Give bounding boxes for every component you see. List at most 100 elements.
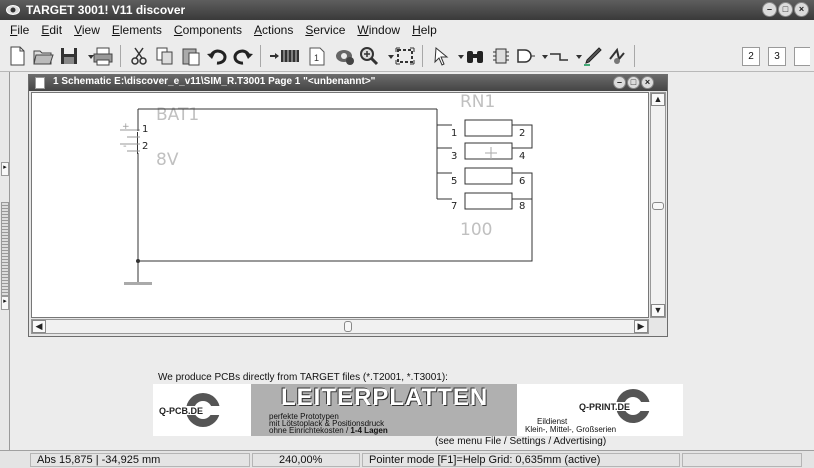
vertical-scroll-thumb[interactable] [652, 202, 664, 210]
resistor-element-1 [464, 119, 513, 137]
zoom-dropdown-icon[interactable] [380, 45, 394, 67]
menu-service[interactable]: Service [299, 23, 351, 37]
scroll-up-icon[interactable]: ▲ [651, 93, 665, 106]
wire-dropdown-icon[interactable] [568, 45, 582, 67]
print-icon[interactable] [92, 45, 114, 67]
menu-actions[interactable]: Actions [248, 23, 299, 37]
ad-right-line-2: Klein-, Mittel-, Großserien [525, 425, 617, 434]
doc-minimize-icon[interactable]: – [613, 76, 626, 89]
menu-file-label: ile [17, 22, 30, 37]
menu-service-label: ervice [313, 22, 346, 37]
left-dock-strip: ▸ ▸ [0, 72, 10, 450]
doc-window-controls: – □ × [613, 76, 654, 89]
status-mode: Pointer mode [F1]=Help Grid: 0,635mm (ac… [362, 453, 680, 467]
page-3-button[interactable]: 3 [768, 47, 786, 66]
menu-file[interactable]: File [4, 23, 35, 37]
rn-pin-label: 3 [451, 151, 457, 162]
wire-icon[interactable] [548, 45, 570, 67]
window-title: TARGET 3001! V11 discover [26, 3, 186, 17]
dock-grip[interactable] [1, 202, 9, 300]
resistor-element-2 [464, 142, 513, 160]
junction-dot [136, 259, 140, 263]
menu-edit[interactable]: Edit [35, 23, 68, 37]
view-eye-icon[interactable] [334, 45, 356, 67]
battery-value-label: 8V [156, 150, 179, 170]
schematic-drawing[interactable]: + - 1 2 BAT1 8V RN1 1 2 3 4 5 6 7 8 100 [32, 93, 649, 318]
svg-text:1: 1 [314, 53, 319, 63]
menu-components-key: C [173, 22, 183, 37]
battery-name-label: BAT1 [156, 105, 199, 125]
redo-icon[interactable] [232, 45, 254, 67]
gate-symbol-icon[interactable] [514, 45, 536, 67]
horizontal-scrollbar[interactable]: ◀ ▶ [31, 319, 649, 334]
schematic-window-titlebar[interactable]: 1 Schematic E:\discover_e_v11\SIM_R.T300… [29, 75, 667, 91]
document-icon [35, 77, 45, 89]
rn-value-label: 100 [460, 220, 492, 240]
vertical-scrollbar[interactable]: ▲ ▼ [650, 92, 666, 318]
signal-icon[interactable] [606, 45, 628, 67]
toolbar-separator [120, 45, 121, 67]
ad-line-3-bold: 1-4 Lagen [350, 426, 388, 435]
ground-symbol [124, 282, 152, 285]
scroll-down-icon[interactable]: ▼ [651, 304, 665, 317]
ad-banner[interactable]: Q-PCB.DE LEITERPLATTEN perfekte Prototyp… [153, 384, 683, 436]
undo-icon[interactable] [206, 45, 228, 67]
save-dropdown-icon[interactable] [80, 45, 94, 67]
resistor-network-rn1[interactable]: RN1 1 2 3 4 5 6 7 8 100 [451, 93, 525, 240]
horizontal-scroll-thumb[interactable] [344, 321, 352, 332]
dock-arrow-icon[interactable]: ▸ [1, 296, 9, 310]
pointer-dropdown-icon[interactable] [450, 45, 464, 67]
menu-actions-key: A [253, 22, 262, 37]
paste-icon[interactable] [180, 45, 202, 67]
rn-pin-label: 2 [519, 128, 525, 139]
doc-close-icon[interactable]: × [641, 76, 654, 89]
close-icon[interactable]: × [794, 2, 809, 17]
pointer-icon[interactable] [430, 45, 452, 67]
toolbar-separator [422, 45, 423, 67]
menu-window[interactable]: Window [351, 23, 406, 37]
menu-elements[interactable]: Elements [106, 23, 168, 37]
rn-pin-label: 4 [519, 151, 525, 162]
component-library-icon[interactable] [268, 45, 302, 67]
scroll-left-icon[interactable]: ◀ [32, 320, 46, 333]
binoculars-icon[interactable] [464, 45, 486, 67]
new-file-icon[interactable] [6, 45, 28, 67]
ad-center-panel: LEITERPLATTEN perfekte Prototypen mit Lö… [251, 384, 517, 436]
menu-help[interactable]: Help [406, 23, 443, 37]
copy-icon[interactable] [154, 45, 176, 67]
wire-rn-taps [437, 124, 452, 200]
save-icon[interactable] [58, 45, 80, 67]
draw-pen-icon[interactable] [582, 45, 604, 67]
maximize-icon[interactable]: □ [778, 2, 793, 17]
doc-maximize-icon[interactable]: □ [627, 76, 640, 89]
page-one-icon[interactable]: 1 [308, 45, 326, 67]
toolbar-separator [634, 45, 635, 67]
schematic-canvas[interactable]: + - 1 2 BAT1 8V RN1 1 2 3 4 5 6 7 8 100 [31, 92, 649, 318]
status-coordinates: Abs 15,875 | -34,925 mm [30, 453, 250, 467]
ad-settings-hint: (see menu File / Settings / Advertising) [435, 436, 607, 447]
status-zoom: 240,00% [252, 453, 360, 467]
toolbar: 1 2 3 [0, 39, 814, 72]
dock-arrow-icon[interactable]: ▸ [1, 162, 9, 176]
cut-icon[interactable] [128, 45, 150, 67]
menu-view[interactable]: View [68, 23, 106, 37]
schematic-window: 1 Schematic E:\discover_e_v11\SIM_R.T300… [28, 74, 668, 337]
ad-caption: We produce PCBs directly from TARGET fil… [158, 372, 448, 383]
battery-bat1[interactable]: + - 1 2 BAT1 8V [120, 105, 199, 170]
resistor-element-3 [464, 167, 513, 185]
open-folder-icon[interactable] [32, 45, 54, 67]
page-4-button[interactable] [794, 47, 810, 66]
page-2-button[interactable]: 2 [742, 47, 760, 66]
scroll-right-icon[interactable]: ▶ [634, 320, 648, 333]
ad-line-3-text: ohne Einrichtekosten / [269, 426, 351, 435]
minimize-icon[interactable]: – [762, 2, 777, 17]
menu-components-label: omponents [182, 22, 242, 37]
menu-window-label: indow [368, 22, 401, 37]
zoom-fit-icon[interactable] [394, 45, 416, 67]
title-bar: TARGET 3001! V11 discover – □ × [0, 0, 814, 20]
status-bar: Abs 15,875 | -34,925 mm 240,00% Pointer … [0, 450, 814, 468]
gate-dropdown-icon[interactable] [534, 45, 548, 67]
zoom-icon[interactable] [358, 45, 380, 67]
menu-components[interactable]: Components [168, 23, 248, 37]
component-icon[interactable] [490, 45, 512, 67]
